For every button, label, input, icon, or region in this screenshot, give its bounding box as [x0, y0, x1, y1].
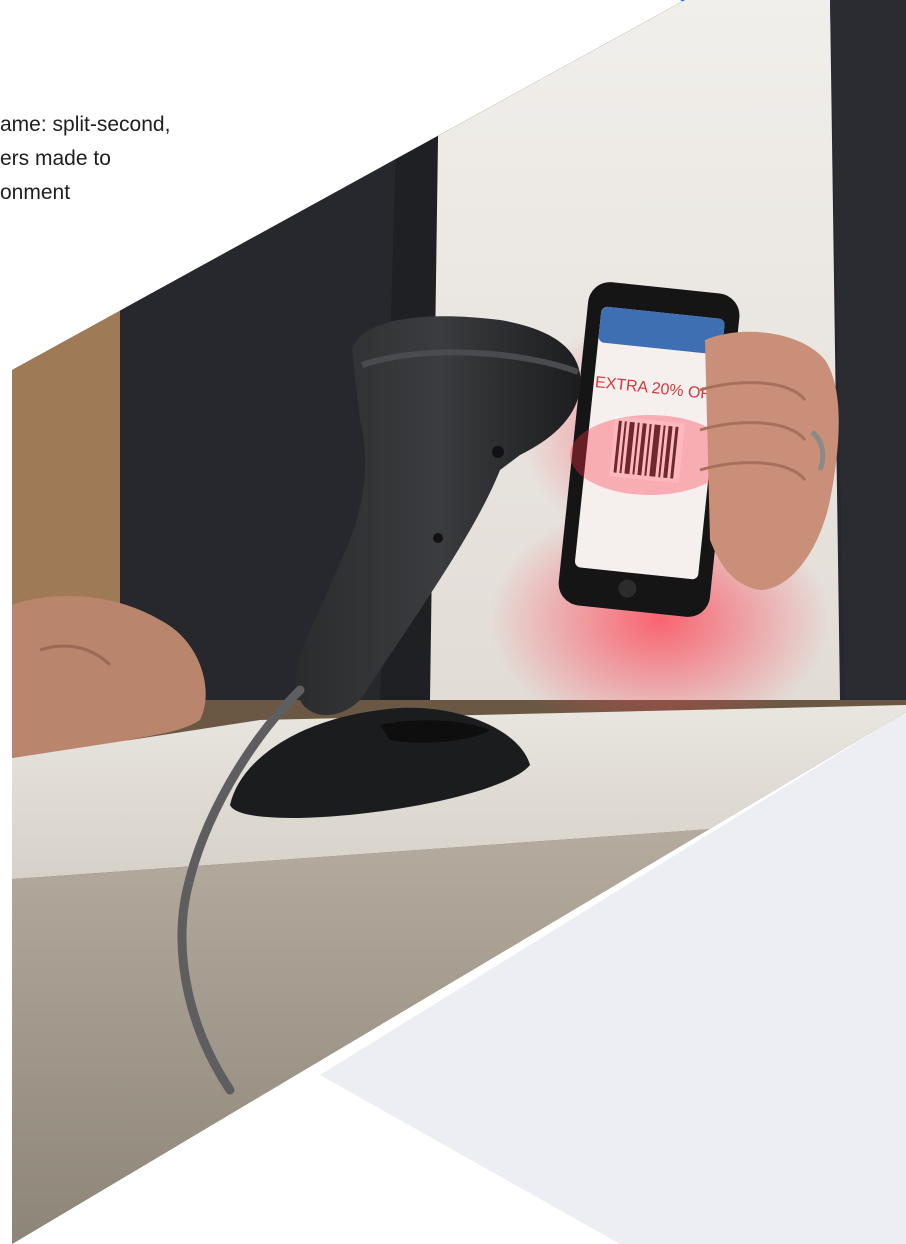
intro-line-3: onment: [0, 181, 71, 204]
page: ame: split-second, ers made to onment EX…: [0, 0, 906, 1244]
intro-text: ame: split-second, ers made to onment: [0, 108, 300, 210]
intro-line-2: ers made to: [0, 147, 111, 170]
intro-line-1: ame: split-second,: [0, 113, 171, 136]
